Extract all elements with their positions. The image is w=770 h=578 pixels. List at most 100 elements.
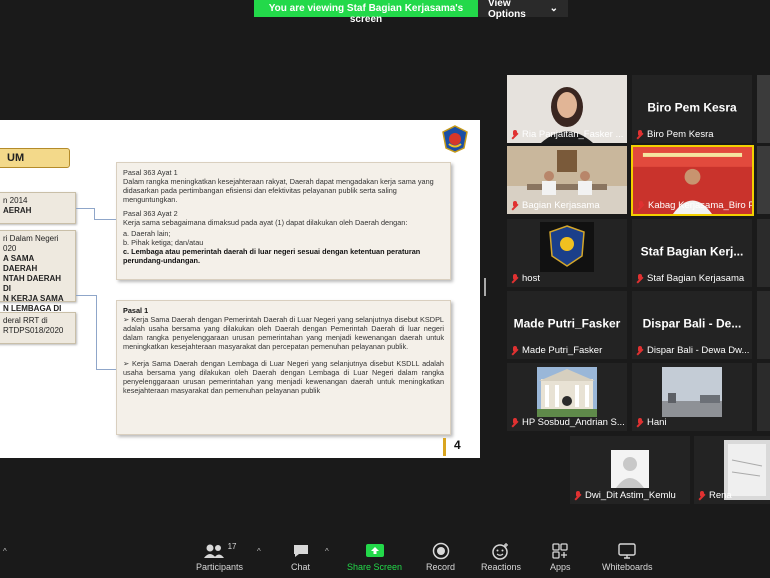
participant-video: [662, 367, 722, 417]
whiteboards-button[interactable]: Whiteboards: [602, 542, 653, 572]
zoom-meeting-window: You are viewing Staf Bagian Kerjasama's …: [0, 0, 770, 578]
participant-tile[interactable]: Biro Pem Kesra Biro Pem Kesra: [632, 75, 752, 143]
muted-mic-icon: [637, 200, 645, 211]
pasal-1-box: Pasal 1 ➢ Kerja Sama Daerah dengan Pemer…: [116, 300, 451, 435]
participant-tile[interactable]: Made Putri_Fasker Made Putri_Fasker: [507, 291, 627, 359]
government-emblem-icon: [442, 125, 468, 153]
splitter-handle[interactable]: [484, 278, 486, 296]
participant-tile-partial[interactable]: [757, 75, 770, 143]
slide-title: UM: [0, 148, 70, 168]
participant-tile[interactable]: Dwi_Dit Astim_Kemlu: [570, 436, 690, 504]
share-screen-button[interactable]: Share Screen: [347, 542, 402, 572]
muted-mic-icon: [511, 345, 519, 356]
chevron-up-icon[interactable]: ^: [3, 547, 7, 556]
apps-label: Apps: [550, 562, 571, 572]
participant-name: Dwi_Dit Astim_Kemlu: [574, 490, 676, 501]
apps-icon: [552, 542, 568, 560]
pasal-text: ➢ Kerja Sama Daerah dengan Lembaga di Lu…: [123, 359, 444, 395]
participants-count: 17: [227, 541, 237, 551]
participant-name: HP Sosbud_Andrian S...: [511, 417, 625, 428]
participant-tile-partial[interactable]: [757, 146, 770, 214]
left-box-line: RTDPS018/2020: [3, 326, 64, 335]
left-box-1: n 2014 AERAH: [0, 192, 76, 224]
participant-center-name: Dispar Bali - De...: [642, 316, 742, 331]
participant-name: Made Putri_Fasker: [511, 345, 602, 356]
left-box-line: AERAH: [3, 206, 32, 215]
list-item: a. Daerah lain;: [123, 229, 171, 238]
participant-tile[interactable]: Staf Bagian Kerj... Staf Bagian Kerjasam…: [632, 219, 752, 287]
reactions-button[interactable]: Reactions: [481, 542, 521, 572]
pasal-title: Pasal 363 Ayat 1: [123, 168, 178, 177]
screen-share-banner: You are viewing Staf Bagian Kerjasama's …: [254, 0, 568, 25]
organization-logo-icon: [540, 222, 594, 272]
whiteboard-icon: [618, 542, 636, 560]
chat-button[interactable]: Chat: [291, 542, 310, 572]
record-button[interactable]: Record: [426, 542, 455, 572]
participant-tile[interactable]: Rena: [694, 436, 770, 504]
chat-label: Chat: [291, 562, 311, 572]
pasal-text: Dalam rangka meningkatkan kesejahteraan …: [123, 177, 434, 204]
participant-tile-partial[interactable]: [757, 219, 770, 287]
participant-video: [537, 367, 597, 417]
connector-line: [76, 208, 94, 209]
view-options-button[interactable]: View Options ⌄: [478, 0, 568, 20]
record-icon: [432, 542, 450, 560]
muted-mic-icon: [574, 490, 582, 501]
muted-mic-icon: [636, 345, 644, 356]
participant-name: Biro Pem Kesra: [636, 129, 714, 140]
record-label: Record: [426, 562, 456, 572]
list-item: c. Lembaga atau pemerintah daerah di lua…: [123, 247, 421, 265]
chat-icon: [292, 542, 310, 560]
participant-tile[interactable]: Ria Panjaitan_Fasker ...: [507, 75, 627, 143]
reactions-icon: [492, 542, 510, 560]
left-box-line: A SAMA DAERAH: [3, 254, 38, 273]
connector-line: [96, 295, 116, 370]
participant-name: host: [511, 273, 540, 284]
left-box-line: n 2014: [3, 196, 28, 205]
participant-tile[interactable]: Hani: [632, 363, 752, 431]
participant-name: Hani: [636, 417, 667, 428]
participants-button[interactable]: 17 Participants: [196, 541, 243, 573]
list-item: b. Pihak ketiga; dan/atau: [123, 238, 204, 247]
participant-tile[interactable]: HP Sosbud_Andrian S...: [507, 363, 627, 431]
viewing-screen-label: You are viewing Staf Bagian Kerjasama's …: [254, 0, 478, 25]
connector-line: [76, 295, 96, 296]
page-number: 4: [443, 438, 461, 456]
participant-tile[interactable]: Dispar Bali - De... Dispar Bali - Dewa D…: [632, 291, 752, 359]
muted-mic-icon: [698, 490, 706, 501]
participant-tile-partial[interactable]: [757, 291, 770, 359]
muted-mic-icon: [636, 129, 644, 140]
participant-name: Bagian Kerjasama: [511, 200, 600, 211]
view-options-label: View Options: [488, 0, 526, 20]
share-screen-label: Share Screen: [347, 562, 403, 572]
chevron-up-icon[interactable]: ^: [257, 547, 261, 556]
chevron-down-icon: ⌄: [549, 3, 558, 14]
pasal-text: ➢ Kerja Sama Daerah dengan Pemerintah Da…: [123, 315, 444, 351]
meeting-toolbar: ^ 17 Participants ^ Chat ^ Share Screen: [0, 535, 770, 578]
participant-name: Staf Bagian Kerjasama: [636, 273, 744, 284]
muted-mic-icon: [636, 417, 644, 428]
reactions-label: Reactions: [481, 562, 522, 572]
left-box-2: ri Dalam Negeri 020 A SAMA DAERAH NTAH D…: [0, 230, 76, 313]
left-box-3: deral RRT di RTDPS018/2020: [0, 312, 76, 344]
share-screen-icon: [365, 542, 385, 560]
participant-tile[interactable]: host: [507, 219, 627, 287]
participant-center-name: Made Putri_Fasker: [513, 316, 621, 331]
participant-tile-active-speaker[interactable]: Kabag Kerjasama_Biro P...: [631, 145, 754, 216]
left-box-line: 020: [3, 244, 17, 253]
pasal-title: Pasal 1: [123, 306, 149, 315]
muted-mic-icon: [511, 273, 519, 284]
shared-slide: UM n 2014 AERAH ri Dalam Negeri 020 A SA…: [0, 120, 480, 458]
default-avatar-icon: [611, 450, 649, 488]
muted-mic-icon: [636, 273, 644, 284]
chevron-up-icon[interactable]: ^: [325, 547, 329, 556]
muted-mic-icon: [511, 129, 519, 140]
connector-line: [94, 208, 116, 220]
participant-name: Ria Panjaitan_Fasker ...: [511, 129, 623, 140]
left-box-line: NTAH DAERAH DI: [3, 274, 62, 293]
participant-tile[interactable]: Bagian Kerjasama: [507, 146, 627, 214]
apps-button[interactable]: Apps: [550, 542, 571, 572]
participants-icon: 17: [203, 541, 237, 560]
muted-mic-icon: [511, 417, 519, 428]
participant-tile-partial[interactable]: [757, 363, 770, 431]
